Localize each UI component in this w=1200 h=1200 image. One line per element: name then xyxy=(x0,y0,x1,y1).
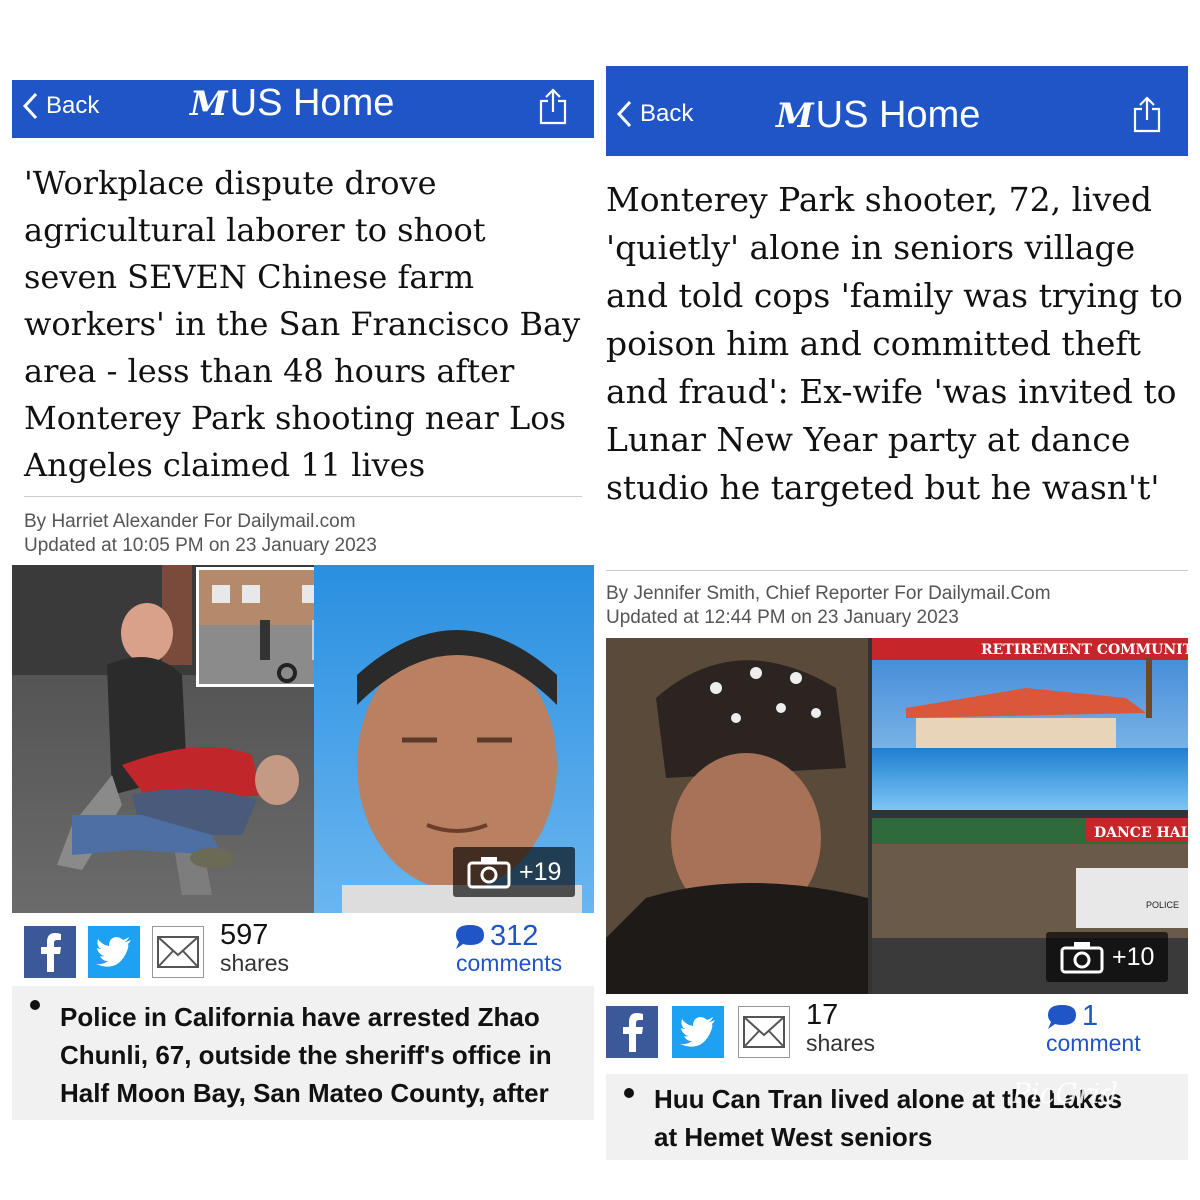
photo-counter-badge[interactable]: +10 xyxy=(1046,932,1169,982)
us-home-link[interactable]: M US Home xyxy=(776,94,980,137)
back-button[interactable]: Back xyxy=(22,92,99,120)
facebook-icon xyxy=(623,1013,643,1052)
dailymail-logo-icon: M xyxy=(776,95,814,136)
author-line: By Harriet Alexander For Dailymail.com xyxy=(24,511,356,532)
byline: By Harriet Alexander For Dailymail.com U… xyxy=(24,510,377,558)
email-share-button[interactable] xyxy=(152,926,204,978)
shares-label: shares xyxy=(806,1030,876,1056)
share-icon[interactable] xyxy=(538,88,568,126)
top-nav-bar: Back M US Home xyxy=(606,66,1188,156)
chevron-left-icon xyxy=(616,100,632,128)
photo-count: +19 xyxy=(519,857,562,886)
home-label: US Home xyxy=(229,82,395,124)
email-share-button[interactable] xyxy=(738,1006,790,1058)
share-bar: 17 shares 1 comment xyxy=(606,998,1188,1068)
bullet-point: Police in California have arrested Zhao … xyxy=(12,986,594,1120)
comments-link[interactable]: 312 xyxy=(454,920,538,953)
back-button[interactable]: Back xyxy=(616,100,693,128)
shares-count: 17 xyxy=(806,999,839,1031)
top-nav-bar: Back M US Home xyxy=(12,80,594,138)
home-label: US Home xyxy=(815,94,981,136)
article-headline[interactable]: Monterey Park shooter, 72, lived 'quietl… xyxy=(606,176,1188,512)
article-headline[interactable]: 'Workplace dispute drove agricultural la… xyxy=(24,160,582,489)
twitter-icon xyxy=(680,1017,715,1047)
summary-bullets: Police in California have arrested Zhao … xyxy=(12,986,594,1120)
dance-hall-label: DANCE HALL xyxy=(1094,825,1188,841)
photo-count: +10 xyxy=(1112,942,1155,971)
left-article-screenshot: Back M US Home 'Workplace dispute drove … xyxy=(12,80,594,1120)
twitter-icon xyxy=(96,937,131,967)
envelope-icon xyxy=(743,1016,785,1048)
divider xyxy=(606,570,1188,571)
back-label: Back xyxy=(640,100,694,127)
us-home-link[interactable]: M US Home xyxy=(190,82,394,125)
back-label: Back xyxy=(46,92,100,119)
twitter-share-button[interactable] xyxy=(672,1006,724,1058)
byline: By Jennifer Smith, Chief Reporter For Da… xyxy=(606,582,1051,630)
facebook-share-button[interactable] xyxy=(24,926,76,978)
envelope-icon xyxy=(157,936,199,968)
share-bar: 597 shares 312 comments xyxy=(12,918,594,988)
article-photo-gallery[interactable]: +19 xyxy=(12,565,594,913)
article-photo-gallery[interactable]: POLICE RETIREMENT COMMUNITY DANCE HALL +… xyxy=(606,638,1188,994)
shares-count: 597 xyxy=(220,919,269,951)
comments-count: 312 xyxy=(490,920,539,952)
right-article-screenshot: Back M US Home Monterey Park shooter, 72… xyxy=(606,66,1188,1160)
shares-label: shares xyxy=(220,950,290,976)
comments-link[interactable]: 1 xyxy=(1046,1000,1098,1033)
speech-bubble-icon xyxy=(1048,1004,1076,1029)
dailymail-logo-icon: M xyxy=(190,83,228,124)
comments-label[interactable]: comments xyxy=(456,950,562,977)
photo-counter-badge[interactable]: +19 xyxy=(453,847,576,897)
facebook-share-button[interactable] xyxy=(606,1006,658,1058)
speech-bubble-icon xyxy=(456,924,484,949)
divider xyxy=(24,496,582,497)
chevron-left-icon xyxy=(22,92,38,120)
share-icon[interactable] xyxy=(1132,96,1162,134)
facebook-icon xyxy=(41,933,61,972)
retirement-community-label: RETIREMENT COMMUNITY xyxy=(981,642,1188,658)
updated-timestamp: Updated at 10:05 PM on 23 January 2023 xyxy=(24,535,377,556)
updated-timestamp: Updated at 12:44 PM on 23 January 2023 xyxy=(606,607,959,628)
camera-icon xyxy=(467,857,511,889)
author-line: By Jennifer Smith, Chief Reporter For Da… xyxy=(606,583,1051,604)
camera-icon xyxy=(1060,942,1104,974)
comments-count: 1 xyxy=(1082,1000,1099,1032)
police-van-label: POLICE xyxy=(1146,900,1179,910)
twitter-share-button[interactable] xyxy=(88,926,140,978)
comments-label[interactable]: comment xyxy=(1046,1030,1141,1057)
picgrid-watermark: PicGrid xyxy=(1011,1077,1118,1110)
